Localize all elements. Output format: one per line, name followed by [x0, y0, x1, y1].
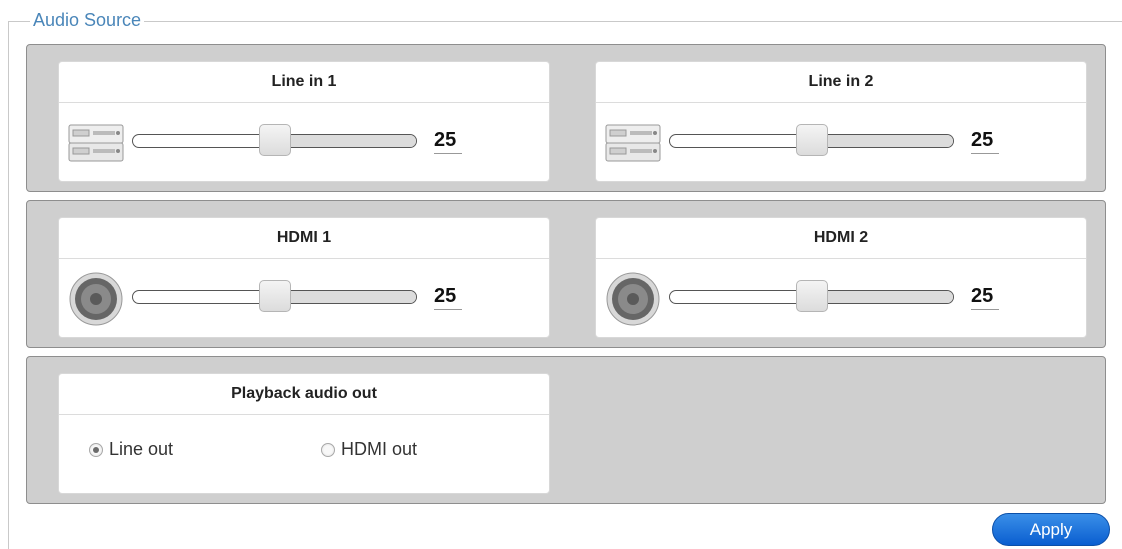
speaker-icon: [606, 272, 660, 326]
line-in-2-panel: Line in 2 25: [595, 61, 1087, 182]
fieldset-border-top: [8, 21, 1122, 22]
panel-title: HDMI 1: [59, 218, 549, 259]
panel-title: Line in 1: [59, 62, 549, 103]
playback-panel: Playback audio out Line out HDMI out: [58, 373, 550, 494]
line-out-radio[interactable]: Line out: [89, 439, 173, 460]
volume-value: 25: [971, 129, 999, 154]
slider-fill: [812, 135, 953, 147]
slider-thumb[interactable]: [258, 124, 291, 156]
slider-thumb[interactable]: [795, 124, 828, 156]
hdmi-2-panel: HDMI 2 25: [595, 217, 1087, 338]
slider-fill: [275, 291, 416, 303]
line-input-group: Line in 1 25 Line in 2 25: [26, 44, 1106, 192]
panel-title: Playback audio out: [59, 374, 549, 415]
audio-device-icon: [68, 124, 124, 162]
playback-group: Playback audio out Line out HDMI out: [26, 356, 1106, 504]
speaker-icon: [69, 272, 123, 326]
volume-value: 25: [434, 285, 462, 310]
fieldset-border-left: [8, 21, 9, 549]
radio-button[interactable]: [321, 442, 335, 457]
line-in-1-panel: Line in 1 25: [58, 61, 550, 182]
radio-label: HDMI out: [341, 439, 418, 459]
slider-fill: [275, 135, 416, 147]
slider-fill: [812, 291, 953, 303]
volume-value: 25: [434, 129, 462, 154]
hdmi-input-group: HDMI 1 25 HDMI 2 25: [26, 200, 1106, 348]
apply-button[interactable]: Apply: [992, 513, 1110, 546]
panel-title: Line in 2: [596, 62, 1086, 103]
section-legend: Audio Source: [30, 9, 145, 31]
radio-label: Line out: [109, 439, 174, 459]
panel-title: HDMI 2: [596, 218, 1086, 259]
hdmi-out-radio[interactable]: HDMI out: [321, 439, 417, 460]
volume-value: 25: [971, 285, 999, 310]
hdmi-1-panel: HDMI 1 25: [58, 217, 550, 338]
radio-button-checked[interactable]: [89, 442, 103, 457]
slider-thumb[interactable]: [258, 280, 291, 312]
audio-device-icon: [605, 124, 661, 162]
slider-thumb[interactable]: [795, 280, 828, 312]
